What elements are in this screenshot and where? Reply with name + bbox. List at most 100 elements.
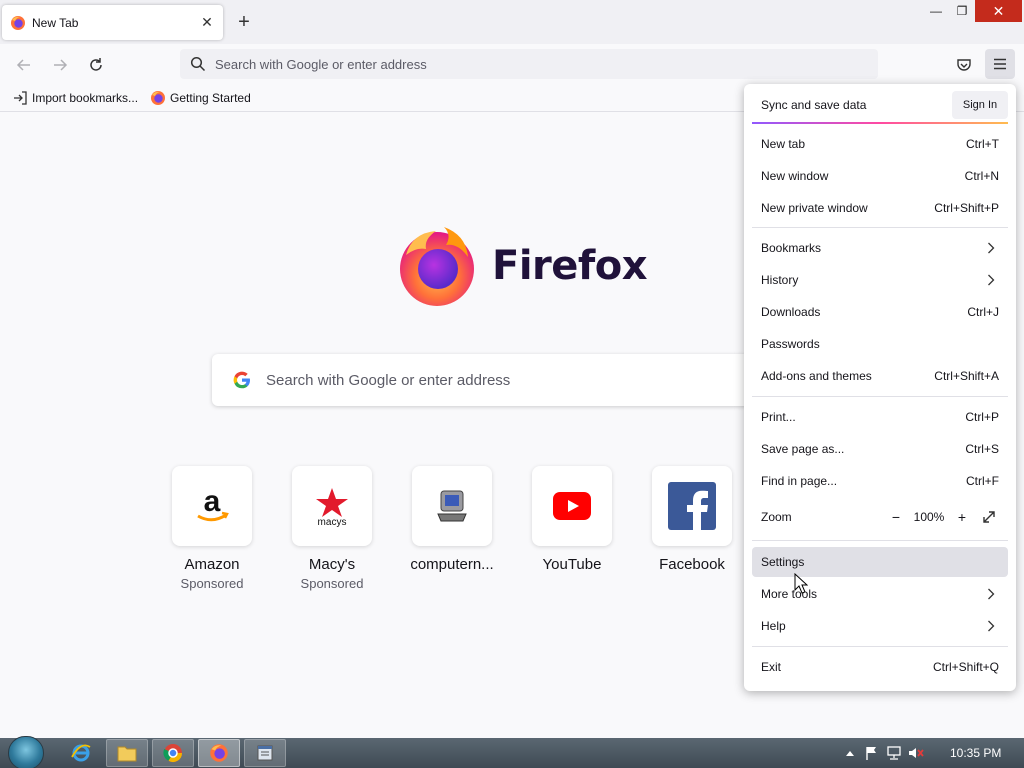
tile-title: Macy's: [308, 556, 356, 573]
tile-sponsored-label: Sponsored: [300, 576, 364, 591]
menu-item-exit[interactable]: Exit Ctrl+Shift+Q: [752, 652, 1008, 682]
menu-item-label: Exit: [761, 660, 782, 674]
hamburger-icon: [994, 58, 1006, 70]
top-site-tile[interactable]: Facebook: [642, 466, 742, 576]
bookmark-label: Import bookmarks...: [32, 90, 139, 105]
menu-separator: [752, 540, 1008, 541]
menu-item-history[interactable]: History: [752, 265, 1008, 295]
reload-button[interactable]: [83, 52, 109, 78]
network-icon[interactable]: [886, 745, 902, 761]
menu-item-new-window[interactable]: New window Ctrl+N: [752, 161, 1008, 191]
macys-icon: macys: [292, 466, 372, 546]
menu-item-shortcut: Ctrl+J: [967, 305, 999, 319]
forward-button[interactable]: [47, 52, 73, 78]
youtube-icon: [532, 466, 612, 546]
top-site-tile[interactable]: computern...: [402, 466, 502, 576]
back-button[interactable]: [11, 52, 37, 78]
facebook-icon: [652, 466, 732, 546]
zoom-in-button[interactable]: +: [952, 507, 972, 527]
amazon-icon: a: [172, 466, 252, 546]
top-site-tile[interactable]: YouTube: [522, 466, 622, 576]
page-search-box[interactable]: Search with Google or enter address: [212, 354, 812, 406]
menu-item-save-page[interactable]: Save page as... Ctrl+S: [752, 434, 1008, 464]
menu-item-shortcut: Ctrl+F: [966, 474, 999, 488]
address-bar[interactable]: Search with Google or enter address: [180, 49, 878, 79]
minimize-button[interactable]: —: [922, 0, 950, 22]
menu-item-label: Print...: [761, 410, 796, 424]
top-site-tile[interactable]: a Amazon Sponsored: [162, 466, 262, 591]
firefox-logo-icon: [400, 227, 474, 306]
zoom-out-button[interactable]: −: [886, 507, 906, 527]
back-arrow-icon: [16, 59, 30, 71]
volume-muted-icon[interactable]: [908, 745, 924, 761]
new-tab-button[interactable]: +: [232, 10, 256, 34]
firefox-wordmark: Firefox: [492, 243, 648, 289]
internet-explorer-icon: [71, 744, 91, 762]
menu-item-label: Save page as...: [761, 442, 845, 456]
sync-label: Sync and save data: [761, 98, 867, 112]
menu-item-new-tab[interactable]: New tab Ctrl+T: [752, 129, 1008, 159]
menu-item-label: Passwords: [761, 337, 820, 351]
tray-expand-icon[interactable]: [842, 745, 858, 761]
menu-item-settings[interactable]: Settings: [752, 547, 1008, 577]
menu-item-label: Settings: [761, 555, 805, 569]
taskbar-internet-explorer[interactable]: [60, 739, 102, 767]
menu-item-zoom: Zoom − 100% +: [752, 502, 1008, 532]
menu-item-new-private-window[interactable]: New private window Ctrl+Shift+P: [752, 193, 1008, 223]
taskbar-firefox[interactable]: [198, 739, 240, 767]
import-icon: [12, 90, 28, 106]
fullscreen-icon[interactable]: [979, 507, 999, 527]
taskbar-clock[interactable]: 10:35 PM: [950, 746, 1001, 760]
menu-item-shortcut: Ctrl+N: [964, 169, 999, 183]
menu-item-help[interactable]: Help: [752, 611, 1008, 641]
menu-item-addons-themes[interactable]: Add-ons and themes Ctrl+Shift+A: [752, 361, 1008, 391]
google-icon: [233, 371, 250, 389]
menu-item-label: History: [761, 273, 799, 287]
menu-item-more-tools[interactable]: More tools: [752, 579, 1008, 609]
close-window-button[interactable]: ✕: [975, 0, 1022, 22]
zoom-controls: − 100% +: [886, 507, 999, 527]
bookmark-import[interactable]: Import bookmarks...: [12, 90, 138, 106]
flag-icon[interactable]: [864, 745, 880, 761]
menu-separator: [752, 396, 1008, 397]
tab-new-tab[interactable]: New Tab ✕: [2, 5, 223, 40]
menu-item-print[interactable]: Print... Ctrl+P: [752, 402, 1008, 432]
menu-item-bookmarks[interactable]: Bookmarks: [752, 233, 1008, 263]
taskbar-chrome[interactable]: [152, 739, 194, 767]
menu-item-label: Bookmarks: [761, 241, 822, 255]
navigation-toolbar: Search with Google or enter address: [0, 44, 1024, 84]
zoom-level[interactable]: 100%: [906, 510, 952, 524]
app-menu-button[interactable]: [985, 49, 1015, 79]
menu-item-find-in-page[interactable]: Find in page... Ctrl+F: [752, 466, 1008, 496]
pocket-icon: [957, 59, 971, 71]
bookmark-getting-started[interactable]: Getting Started: [150, 90, 251, 106]
menu-item-downloads[interactable]: Downloads Ctrl+J: [752, 297, 1008, 327]
menu-item-shortcut: Ctrl+Shift+P: [934, 201, 999, 215]
sync-header: Sync and save data Sign In: [752, 88, 1008, 124]
chrome-icon: [163, 744, 182, 763]
taskbar-app-window[interactable]: [244, 739, 286, 767]
page-search-placeholder: Search with Google or enter address: [266, 371, 511, 389]
menu-item-label: New tab: [761, 137, 806, 151]
menu-item-shortcut: Ctrl+T: [966, 137, 999, 151]
app-menu-panel: Sync and save data Sign In New tab Ctrl+…: [744, 84, 1016, 691]
chevron-right-icon: [983, 240, 999, 256]
tab-title: New Tab: [32, 15, 79, 30]
system-tray: [842, 745, 930, 761]
start-button[interactable]: [8, 736, 44, 768]
tile-title: computern...: [410, 556, 494, 573]
address-bar-placeholder: Search with Google or enter address: [215, 56, 427, 72]
menu-item-label: Downloads: [761, 305, 821, 319]
menu-separator: [752, 646, 1008, 647]
top-site-tile[interactable]: macys Macy's Sponsored: [282, 466, 382, 591]
taskbar-file-explorer[interactable]: [106, 739, 148, 767]
tab-close-icon[interactable]: ✕: [195, 11, 219, 35]
tile-title: Amazon: [184, 556, 240, 573]
pocket-button[interactable]: [952, 53, 976, 77]
menu-item-label: Help: [761, 619, 786, 633]
menu-item-passwords[interactable]: Passwords: [752, 329, 1008, 359]
maximize-button[interactable]: ❐: [948, 0, 976, 22]
sign-in-button[interactable]: Sign In: [952, 91, 1008, 119]
chevron-right-icon: [983, 272, 999, 288]
firefox-icon: [150, 90, 166, 106]
